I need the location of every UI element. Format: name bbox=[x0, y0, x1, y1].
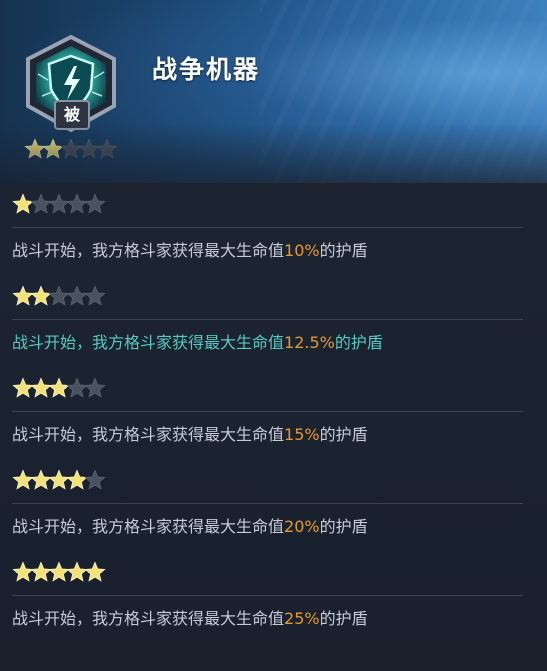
description-suffix: 的护盾 bbox=[319, 425, 368, 444]
star-filled-icon bbox=[84, 561, 106, 582]
level-star-rating bbox=[12, 377, 106, 399]
description-suffix: 的护盾 bbox=[319, 609, 368, 628]
star-filled-icon bbox=[42, 138, 64, 159]
level-star-rating bbox=[12, 285, 106, 307]
row-divider bbox=[12, 595, 523, 596]
shield-value: 10% bbox=[284, 241, 320, 260]
shield-value: 25% bbox=[284, 609, 320, 628]
header-star-rating bbox=[24, 138, 118, 160]
star-empty-icon bbox=[84, 193, 106, 214]
star-empty-icon bbox=[84, 469, 106, 490]
description-prefix: 战斗开始，我方格斗家获得最大生命值 bbox=[12, 609, 285, 628]
description-prefix: 战斗开始，我方格斗家获得最大生命值 bbox=[12, 425, 285, 444]
description-suffix: 的护盾 bbox=[319, 241, 368, 260]
description-prefix: 战斗开始，我方格斗家获得最大生命值 bbox=[12, 241, 285, 260]
level-star-rating bbox=[12, 469, 106, 491]
level-description: 战斗开始，我方格斗家获得最大生命值10%的护盾 bbox=[12, 237, 368, 261]
skill-title: 战争机器 bbox=[152, 55, 261, 84]
level-row: 战斗开始，我方格斗家获得最大生命值12.5%的护盾 bbox=[0, 275, 547, 367]
star-empty-icon bbox=[96, 138, 118, 159]
row-divider bbox=[12, 319, 523, 320]
shield-value: 12.5% bbox=[284, 333, 335, 352]
level-description: 战斗开始，我方格斗家获得最大生命值25%的护盾 bbox=[12, 605, 368, 629]
star-empty-icon bbox=[84, 285, 106, 306]
description-prefix: 战斗开始，我方格斗家获得最大生命值 bbox=[12, 517, 285, 536]
level-description: 战斗开始，我方格斗家获得最大生命值12.5%的护盾 bbox=[12, 329, 383, 353]
level-row: 战斗开始，我方格斗家获得最大生命值20%的护盾 bbox=[0, 459, 547, 551]
skill-badge: 被 bbox=[22, 34, 120, 134]
description-suffix: 的护盾 bbox=[319, 517, 368, 536]
skill-detail-panel: 被 战争机器 战斗开始，我方格斗家获得最大生命值10%的护盾 战斗开始，我方格斗… bbox=[0, 0, 547, 671]
level-star-rating bbox=[12, 561, 106, 583]
skill-header: 被 战争机器 bbox=[0, 0, 547, 183]
level-star-rating bbox=[12, 193, 106, 215]
shield-value: 15% bbox=[284, 425, 320, 444]
star-empty-icon bbox=[78, 138, 100, 159]
level-row: 战斗开始，我方格斗家获得最大生命值25%的护盾 bbox=[0, 551, 547, 643]
star-level-list: 战斗开始，我方格斗家获得最大生命值10%的护盾 战斗开始，我方格斗家获得最大生命… bbox=[0, 183, 547, 643]
passive-tag: 被 bbox=[54, 100, 90, 130]
description-suffix: 的护盾 bbox=[334, 333, 383, 352]
level-description: 战斗开始，我方格斗家获得最大生命值15%的护盾 bbox=[12, 421, 368, 445]
row-divider bbox=[12, 411, 523, 412]
header-sheen bbox=[260, 0, 547, 183]
star-empty-icon bbox=[60, 138, 82, 159]
star-filled-icon bbox=[24, 138, 46, 159]
level-description: 战斗开始，我方格斗家获得最大生命值20%的护盾 bbox=[12, 513, 368, 537]
row-divider bbox=[12, 227, 523, 228]
shield-value: 20% bbox=[284, 517, 320, 536]
description-prefix: 战斗开始，我方格斗家获得最大生命值 bbox=[12, 333, 285, 352]
level-row: 战斗开始，我方格斗家获得最大生命值10%的护盾 bbox=[0, 183, 547, 275]
star-empty-icon bbox=[84, 377, 106, 398]
level-row: 战斗开始，我方格斗家获得最大生命值15%的护盾 bbox=[0, 367, 547, 459]
row-divider bbox=[12, 503, 523, 504]
